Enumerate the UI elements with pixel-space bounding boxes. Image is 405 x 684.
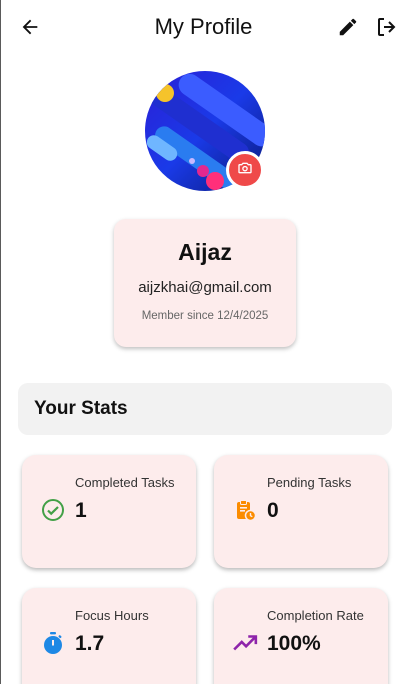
clipboard-clock-icon [232, 497, 258, 523]
logout-icon[interactable] [374, 14, 400, 40]
stat-label: Focus Hours [75, 608, 149, 623]
app-bar: My Profile [1, 0, 405, 56]
camera-button[interactable] [226, 151, 264, 189]
stats-heading-bar: Your Stats [18, 383, 392, 435]
stat-label: Completion Rate [267, 608, 364, 623]
user-name: Aijaz [178, 239, 232, 265]
pencil-icon[interactable] [335, 14, 361, 40]
stopwatch-icon [40, 630, 66, 656]
trending-up-icon [232, 630, 258, 656]
avatar[interactable] [145, 71, 265, 191]
stat-label: Pending Tasks [267, 475, 352, 490]
stat-value: 100% [267, 632, 321, 655]
stat-label: Completed Tasks [75, 475, 175, 490]
camera-icon [237, 160, 253, 181]
stat-card-completed-tasks[interactable]: Completed Tasks 1 [22, 455, 196, 568]
stats-heading: Your Stats [34, 398, 128, 419]
stat-card-focus-hours[interactable]: Focus Hours 1.7 [22, 588, 196, 684]
stat-card-pending-tasks[interactable]: Pending Tasks 0 [214, 455, 388, 568]
profile-card: Aijaz aijzkhai@gmail.com Member since 12… [114, 219, 296, 347]
check-circle-icon [40, 497, 66, 523]
stat-value: 1.7 [75, 632, 105, 655]
user-email: aijzkhai@gmail.com [138, 279, 272, 296]
stat-value: 0 [267, 499, 279, 522]
stat-card-completion-rate[interactable]: Completion Rate 100% [214, 588, 388, 684]
member-since: Member since 12/4/2025 [141, 310, 269, 322]
stat-value: 1 [75, 499, 87, 522]
